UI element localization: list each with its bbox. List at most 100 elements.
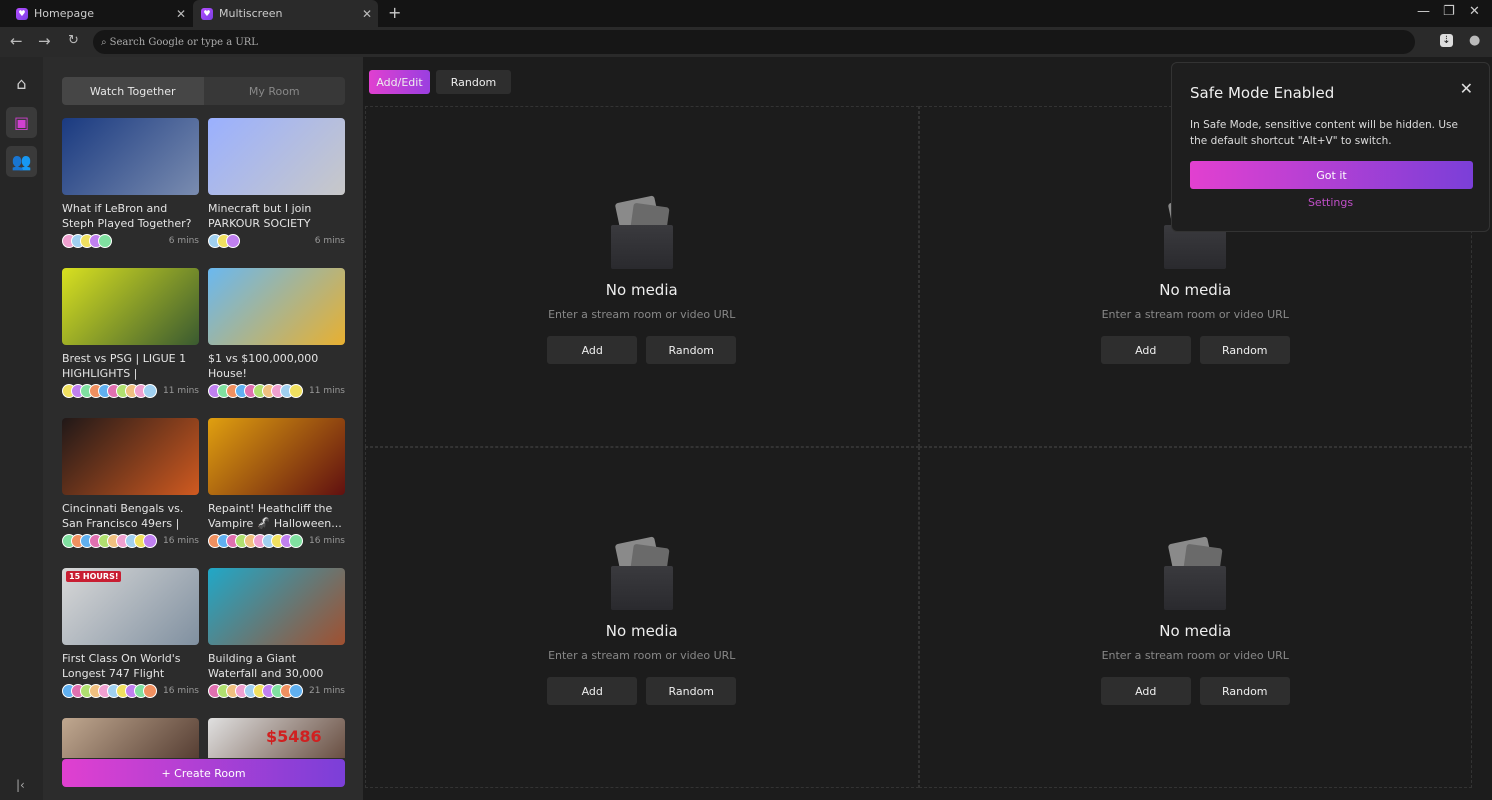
room-thumbnail — [208, 568, 345, 645]
no-media-title: No media — [1159, 281, 1232, 299]
create-room-button[interactable]: + Create Room — [62, 759, 345, 787]
tab-homepage[interactable]: ♥ Homepage ✕ — [8, 0, 192, 27]
empty-media-icon — [1164, 536, 1227, 610]
room-duration: 16 mins — [163, 686, 199, 696]
random-media-button[interactable]: Random — [1199, 677, 1290, 705]
close-window-icon[interactable]: ✕ — [1469, 4, 1480, 19]
room-title: Repaint! Heathcliff the Vampire 🦨 Hallow… — [208, 502, 342, 530]
room-card[interactable]: Building a Giant Waterfall and 30,000 Ga… — [208, 568, 345, 699]
room-card[interactable]: $1 vs $100,000,000 House! 11 mins — [208, 268, 345, 399]
room-card[interactable]: Cincinnati Bengals vs. San Francisco 49e… — [62, 418, 199, 549]
room-duration: 6 mins — [314, 236, 345, 246]
room-thumbnail — [208, 268, 345, 345]
profile-icon[interactable]: ● — [1469, 33, 1480, 48]
safe-mode-popup: Safe Mode Enabled ✕ In Safe Mode, sensit… — [1171, 62, 1490, 232]
got-it-button[interactable]: Got it — [1190, 161, 1473, 189]
collapse-sidebar-icon[interactable]: |‹ — [16, 778, 25, 792]
random-media-button[interactable]: Random — [646, 677, 737, 705]
room-card[interactable]: What if LeBron and Steph Played Together… — [62, 118, 199, 249]
room-duration: 11 mins — [309, 386, 345, 396]
no-media-title: No media — [1159, 622, 1232, 640]
avatar — [143, 534, 157, 548]
thumbnail-badge: $5486 — [266, 727, 322, 746]
thumbnail-badge: 15 HOURS! — [66, 571, 122, 582]
close-tab-icon[interactable]: ✕ — [362, 7, 372, 21]
screen-slot: No media Enter a stream room or video UR… — [365, 447, 919, 788]
viewer-avatars — [208, 234, 240, 248]
viewer-avatars — [208, 534, 303, 548]
search-icon: ⌕ — [101, 36, 107, 48]
avatar — [289, 384, 303, 398]
viewer-avatars — [208, 684, 303, 698]
download-icon[interactable]: ⇣ — [1440, 34, 1453, 47]
no-media-hint: Enter a stream room or video URL — [1101, 308, 1289, 321]
add-media-button[interactable]: Add — [547, 336, 638, 364]
room-thumbnail: 15 HOURS! — [62, 568, 199, 645]
tab-multiscreen[interactable]: ♥ Multiscreen ✕ — [193, 0, 378, 27]
room-title: Cincinnati Bengals vs. San Francisco 49e… — [62, 502, 184, 530]
avatar — [226, 234, 240, 248]
room-title: Minecraft but I join PARKOUR SOCIETY — [208, 202, 312, 230]
empty-media-icon — [610, 536, 673, 610]
add-edit-button[interactable]: Add/Edit — [369, 70, 430, 94]
room-title: Brest vs PSG | LIGUE 1 HIGHLIGHTS | 10/2… — [62, 352, 187, 380]
settings-link[interactable]: Settings — [1172, 196, 1489, 209]
no-media-hint: Enter a stream room or video URL — [1101, 649, 1289, 662]
empty-media-icon — [610, 195, 673, 269]
icon-rail: ⌂ ▣ 👥 — [0, 57, 43, 800]
room-thumbnail — [208, 418, 345, 495]
random-button[interactable]: Random — [436, 70, 511, 94]
watch-together-panel: Watch Together My Room What if LeBron an… — [43, 57, 363, 800]
room-title: $1 vs $100,000,000 House! — [208, 352, 319, 380]
room-card[interactable]: $5486 — [208, 718, 345, 758]
add-media-button[interactable]: Add — [547, 677, 638, 705]
room-list[interactable]: What if LeBron and Steph Played Together… — [62, 118, 347, 758]
room-card[interactable]: Repaint! Heathcliff the Vampire 🦨 Hallow… — [208, 418, 345, 549]
app-logo-icon: ♥ — [16, 7, 28, 20]
viewer-avatars — [62, 684, 157, 698]
new-tab-icon[interactable]: + — [388, 3, 401, 22]
tab-my-room[interactable]: My Room — [204, 77, 346, 105]
tab-watch-together[interactable]: Watch Together — [62, 77, 204, 105]
screen-slot: No media Enter a stream room or video UR… — [365, 106, 919, 447]
viewer-avatars — [208, 384, 303, 398]
room-card[interactable]: 15 HOURS! First Class On World's Longest … — [62, 568, 199, 699]
room-thumbnail — [62, 118, 199, 195]
random-media-button[interactable]: Random — [1199, 336, 1290, 364]
tab-bar: ♥ Homepage ✕ ♥ Multiscreen ✕ + — ❐ ✕ — [0, 0, 1492, 27]
room-title: First Class On World's Longest 747 Fligh… — [62, 652, 181, 680]
avatar — [98, 234, 112, 248]
reload-icon[interactable]: ↻ — [68, 33, 79, 48]
panel-tabs: Watch Together My Room — [62, 77, 345, 105]
back-icon[interactable]: ← — [10, 32, 23, 50]
room-thumbnail — [62, 268, 199, 345]
no-media-title: No media — [605, 622, 678, 640]
room-duration: 6 mins — [168, 236, 199, 246]
minimize-icon[interactable]: — — [1417, 4, 1430, 19]
close-icon[interactable]: ✕ — [1460, 79, 1473, 98]
add-media-button[interactable]: Add — [1100, 677, 1191, 705]
viewer-avatars — [62, 384, 157, 398]
close-tab-icon[interactable]: ✕ — [176, 7, 186, 21]
no-media-hint: Enter a stream room or video URL — [548, 649, 736, 662]
home-icon[interactable]: ⌂ — [6, 68, 37, 99]
address-bar: ← → ↻ ⌕ Search Google or type a URL ⇣ ● — [0, 27, 1492, 57]
random-media-button[interactable]: Random — [646, 336, 737, 364]
avatar — [143, 384, 157, 398]
room-title: What if LeBron and Steph Played Together… — [62, 202, 192, 230]
users-icon[interactable]: 👥 — [6, 146, 37, 177]
popup-title: Safe Mode Enabled — [1190, 84, 1335, 102]
room-duration: 11 mins — [163, 386, 199, 396]
room-duration: 16 mins — [163, 536, 199, 546]
popup-body: In Safe Mode, sensitive content will be … — [1190, 119, 1458, 147]
add-media-button[interactable]: Add — [1100, 336, 1191, 364]
url-input[interactable]: ⌕ Search Google or type a URL — [93, 30, 1415, 54]
forward-icon[interactable]: → — [38, 32, 51, 50]
room-card[interactable] — [62, 718, 199, 758]
room-card[interactable]: Brest vs PSG | LIGUE 1 HIGHLIGHTS | 10/2… — [62, 268, 199, 399]
room-card[interactable]: Minecraft but I join PARKOUR SOCIETY 6 mi… — [208, 118, 345, 249]
restore-icon[interactable]: ❐ — [1443, 4, 1455, 19]
avatar — [289, 684, 303, 698]
viewer-avatars — [62, 534, 157, 548]
multiscreen-icon[interactable]: ▣ — [6, 107, 37, 138]
